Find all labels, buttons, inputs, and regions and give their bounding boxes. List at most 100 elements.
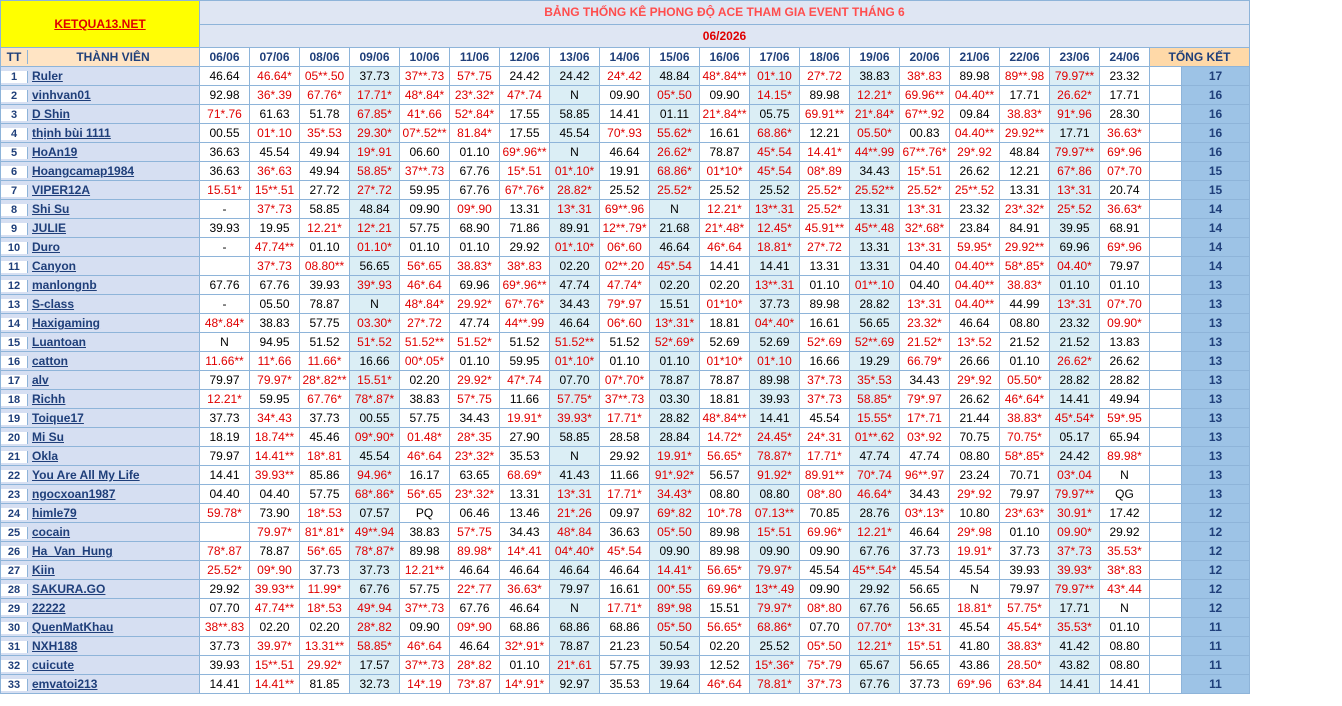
result-cell[interactable]: 47.74 (899, 446, 950, 466)
result-cell[interactable]: 17.71 (1049, 123, 1100, 143)
result-cell[interactable]: 17.71* (599, 598, 650, 618)
result-cell[interactable]: 05.75 (749, 104, 800, 124)
result-cell[interactable]: 78*.87 (199, 541, 250, 561)
result-cell[interactable]: 29.92** (999, 237, 1050, 257)
result-cell[interactable]: 67**.76* (899, 142, 950, 162)
result-cell[interactable]: 13*.31* (649, 313, 700, 333)
result-cell[interactable]: 41.43 (549, 465, 600, 485)
result-cell[interactable]: 09.90* (1049, 522, 1100, 542)
result-cell[interactable]: 16.61 (699, 123, 750, 143)
result-cell[interactable]: 69*.82 (649, 503, 700, 523)
result-cell[interactable]: 28.82 (1099, 370, 1150, 390)
result-cell[interactable]: 89.98* (1099, 446, 1150, 466)
result-cell[interactable]: 70*.93 (599, 123, 650, 143)
result-cell[interactable]: 69*.96 (1099, 237, 1150, 257)
result-cell[interactable]: 15**.51 (249, 180, 300, 200)
result-cell[interactable]: 52.69 (699, 332, 750, 352)
member-name-link[interactable]: S-class (28, 297, 74, 311)
result-cell[interactable]: 28.58 (599, 427, 650, 447)
result-cell[interactable]: 51.78 (299, 104, 350, 124)
result-cell[interactable]: 65.67 (849, 655, 900, 675)
result-cell[interactable]: 78*.87* (349, 541, 400, 561)
result-cell[interactable]: 16.17 (399, 465, 450, 485)
result-cell[interactable]: 00*.05* (399, 351, 450, 371)
result-cell[interactable]: 57*.75 (449, 66, 500, 86)
result-cell[interactable]: 19.91* (949, 541, 1000, 561)
result-cell[interactable]: 29.92* (449, 370, 500, 390)
result-cell[interactable]: 46.64 (949, 313, 1000, 333)
member-name-link[interactable]: Ha_Van_Hung (28, 544, 113, 558)
result-cell[interactable]: 39.93 (749, 389, 800, 409)
result-cell[interactable]: PQ (399, 503, 450, 523)
result-cell[interactable]: 06.46 (449, 503, 500, 523)
result-cell[interactable]: 45*.54 (649, 256, 700, 276)
result-cell[interactable]: 13*.31 (549, 199, 600, 219)
result-cell[interactable]: 09.84 (949, 104, 1000, 124)
result-cell[interactable]: 05*.50 (799, 636, 850, 656)
result-cell[interactable]: 01*10* (699, 161, 750, 181)
result-cell[interactable]: 01.10 (499, 655, 550, 675)
result-cell[interactable]: 70.85 (799, 503, 850, 523)
result-cell[interactable]: 11.66 (599, 465, 650, 485)
result-cell[interactable]: 58.85 (549, 427, 600, 447)
result-cell[interactable]: 56.65* (699, 617, 750, 637)
result-cell[interactable]: 78.87 (699, 370, 750, 390)
result-cell[interactable]: 56.57 (699, 465, 750, 485)
result-cell[interactable]: 12.21* (699, 199, 750, 219)
result-cell[interactable]: 34.43 (449, 408, 500, 428)
result-cell[interactable]: 11.66** (199, 351, 250, 371)
member-name-link[interactable]: VIPER12A (28, 183, 90, 197)
result-cell[interactable]: 37.73 (899, 674, 950, 694)
result-cell[interactable]: 78.87 (249, 541, 300, 561)
result-cell[interactable]: 67.76* (299, 389, 350, 409)
result-cell[interactable]: 51.52 (299, 332, 350, 352)
result-cell[interactable]: 32*.68* (899, 218, 950, 238)
result-cell[interactable]: 14.41 (599, 104, 650, 124)
result-cell[interactable]: 46.64 (199, 66, 250, 86)
result-cell[interactable]: 09.90 (599, 85, 650, 105)
result-cell[interactable]: 38*.83 (499, 256, 550, 276)
result-cell[interactable]: 13*.31 (1049, 294, 1100, 314)
result-cell[interactable]: 67*.76* (499, 294, 550, 314)
result-cell[interactable]: 48.84 (349, 199, 400, 219)
result-cell[interactable]: 05**.50 (299, 66, 350, 86)
result-cell[interactable]: 13.31 (499, 199, 550, 219)
result-cell[interactable]: 23*.32* (449, 446, 500, 466)
result-cell[interactable]: 37.73 (899, 541, 950, 561)
result-cell[interactable]: 34.43 (549, 294, 600, 314)
member-name-link[interactable]: Mi Su (28, 430, 64, 444)
result-cell[interactable]: 14.41 (1099, 674, 1150, 694)
result-cell[interactable]: 68.69* (499, 465, 550, 485)
result-cell[interactable]: 17*.71 (899, 408, 950, 428)
result-cell[interactable]: 14*.19 (399, 674, 450, 694)
result-cell[interactable]: N (549, 598, 600, 618)
result-cell[interactable]: 79.97** (1049, 579, 1100, 599)
member-name-link[interactable]: manlongnb (28, 278, 97, 292)
member-name-link[interactable]: cuicute (28, 658, 74, 672)
result-cell[interactable]: 01.10 (599, 351, 650, 371)
result-cell[interactable]: 12.21* (849, 636, 900, 656)
result-cell[interactable]: 02.20 (299, 617, 350, 637)
result-cell[interactable]: 47.74 (549, 275, 600, 295)
result-cell[interactable]: 67**.92 (899, 104, 950, 124)
result-cell[interactable]: 26.62 (1099, 351, 1150, 371)
result-cell[interactable]: 13.31 (849, 256, 900, 276)
result-cell[interactable]: 04.40* (1049, 256, 1100, 276)
result-cell[interactable]: 45.54 (949, 617, 1000, 637)
result-cell[interactable]: 89.91** (799, 465, 850, 485)
member-name-link[interactable]: vinhvan01 (28, 88, 91, 102)
result-cell[interactable]: - (199, 294, 250, 314)
member-name-link[interactable]: thịnh bùi 1111 (28, 126, 111, 140)
result-cell[interactable]: 69.96* (799, 522, 850, 542)
result-cell[interactable]: 16.61 (799, 313, 850, 333)
result-cell[interactable]: 09.90 (399, 617, 450, 637)
result-cell[interactable]: 89.98 (699, 541, 750, 561)
result-cell[interactable]: 28*.82** (299, 370, 350, 390)
result-cell[interactable]: 08.80 (699, 484, 750, 504)
result-cell[interactable]: 68.86* (749, 123, 800, 143)
result-cell[interactable]: 68.86 (549, 617, 600, 637)
result-cell[interactable]: 19.64 (649, 674, 700, 694)
result-cell[interactable]: 56.65 (849, 313, 900, 333)
result-cell[interactable]: 58*.85* (999, 446, 1050, 466)
result-cell[interactable]: 48*.84* (199, 313, 250, 333)
